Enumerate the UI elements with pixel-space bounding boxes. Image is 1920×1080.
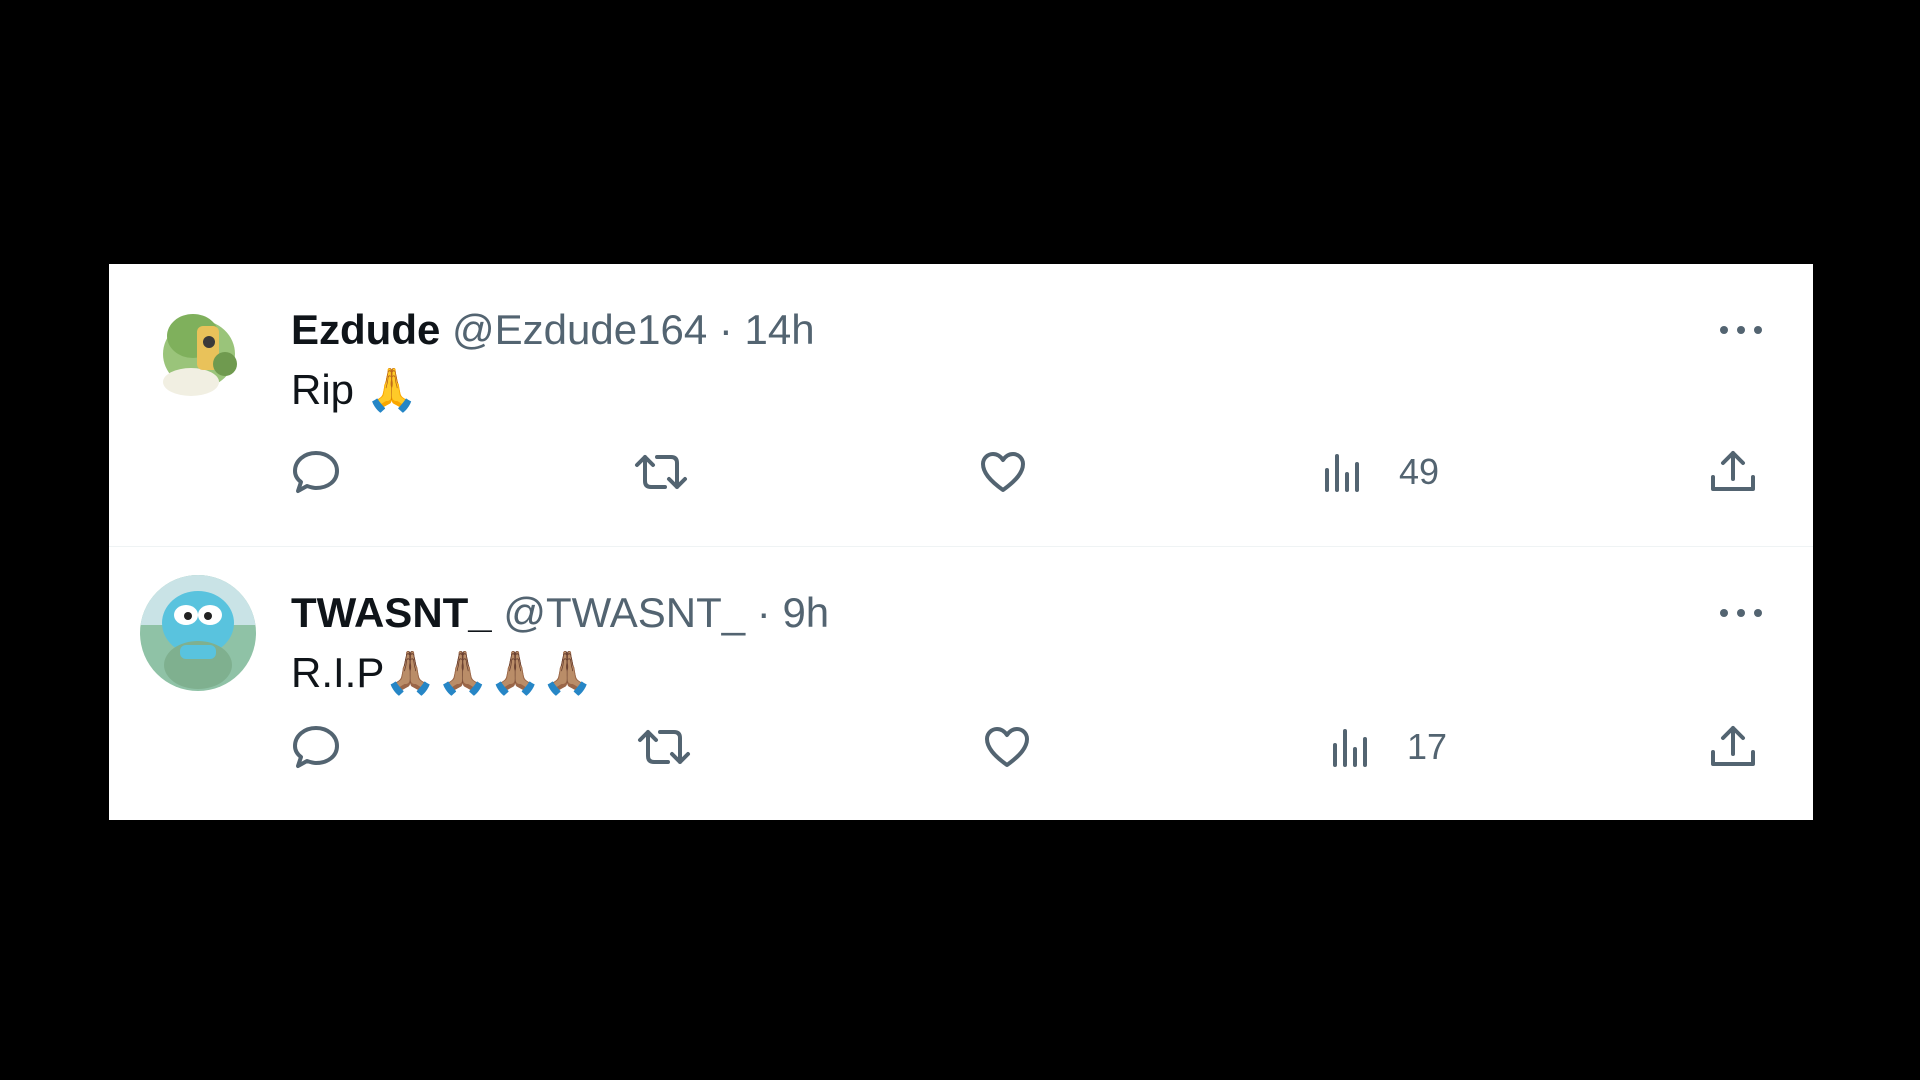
tweet-header: Ezdude @Ezdude164 · 14h xyxy=(291,304,815,356)
retweet-button[interactable] xyxy=(636,717,692,777)
handle[interactable]: @TWASNT_ xyxy=(503,589,745,636)
views-icon xyxy=(1323,450,1367,494)
separator: · xyxy=(718,306,733,353)
more-icon[interactable] xyxy=(1711,593,1771,633)
more-icon[interactable] xyxy=(1711,310,1771,350)
action-bar: 49 xyxy=(109,442,1813,502)
timestamp[interactable]: 9h xyxy=(782,589,829,636)
tweet[interactable]: Ezdude @Ezdude164 · 14h Rip 🙏 49 xyxy=(109,264,1813,547)
views-button[interactable]: 49 xyxy=(1323,442,1439,502)
separator: · xyxy=(756,589,771,636)
tweet[interactable]: TWASNT_ @TWASNT_ · 9h R.I.P🙏🏽🙏🏽🙏🏽🙏🏽 17 xyxy=(109,547,1813,820)
share-button[interactable] xyxy=(1709,442,1757,502)
share-button[interactable] xyxy=(1709,717,1757,777)
reply-button[interactable] xyxy=(291,442,341,502)
tweet-text: R.I.P🙏🏽🙏🏽🙏🏽🙏🏽 xyxy=(291,649,594,696)
reply-icon xyxy=(291,449,341,495)
like-button[interactable] xyxy=(979,442,1027,502)
retweet-icon xyxy=(636,724,692,770)
retweet-button[interactable] xyxy=(633,442,689,502)
share-icon xyxy=(1709,724,1757,770)
handle[interactable]: @Ezdude164 xyxy=(452,306,707,353)
views-button[interactable]: 17 xyxy=(1331,717,1447,777)
reply-icon xyxy=(291,724,341,770)
views-icon xyxy=(1331,725,1375,769)
tweet-text: Rip 🙏 xyxy=(291,366,418,413)
avatar[interactable] xyxy=(139,292,251,404)
display-name[interactable]: Ezdude xyxy=(291,306,440,353)
views-count: 49 xyxy=(1399,451,1440,492)
views-count: 17 xyxy=(1407,726,1448,767)
action-bar: 17 xyxy=(109,717,1813,777)
avatar[interactable] xyxy=(140,575,256,691)
display-name[interactable]: TWASNT_ xyxy=(291,589,492,636)
timestamp[interactable]: 14h xyxy=(745,306,815,353)
like-icon xyxy=(979,450,1027,494)
share-icon xyxy=(1709,449,1757,495)
like-button[interactable] xyxy=(983,717,1031,777)
tweet-list: Ezdude @Ezdude164 · 14h Rip 🙏 49 TWASNT_… xyxy=(109,264,1813,820)
retweet-icon xyxy=(633,449,689,495)
reply-button[interactable] xyxy=(291,717,341,777)
like-icon xyxy=(983,725,1031,769)
tweet-header: TWASNT_ @TWASNT_ · 9h xyxy=(291,587,829,639)
